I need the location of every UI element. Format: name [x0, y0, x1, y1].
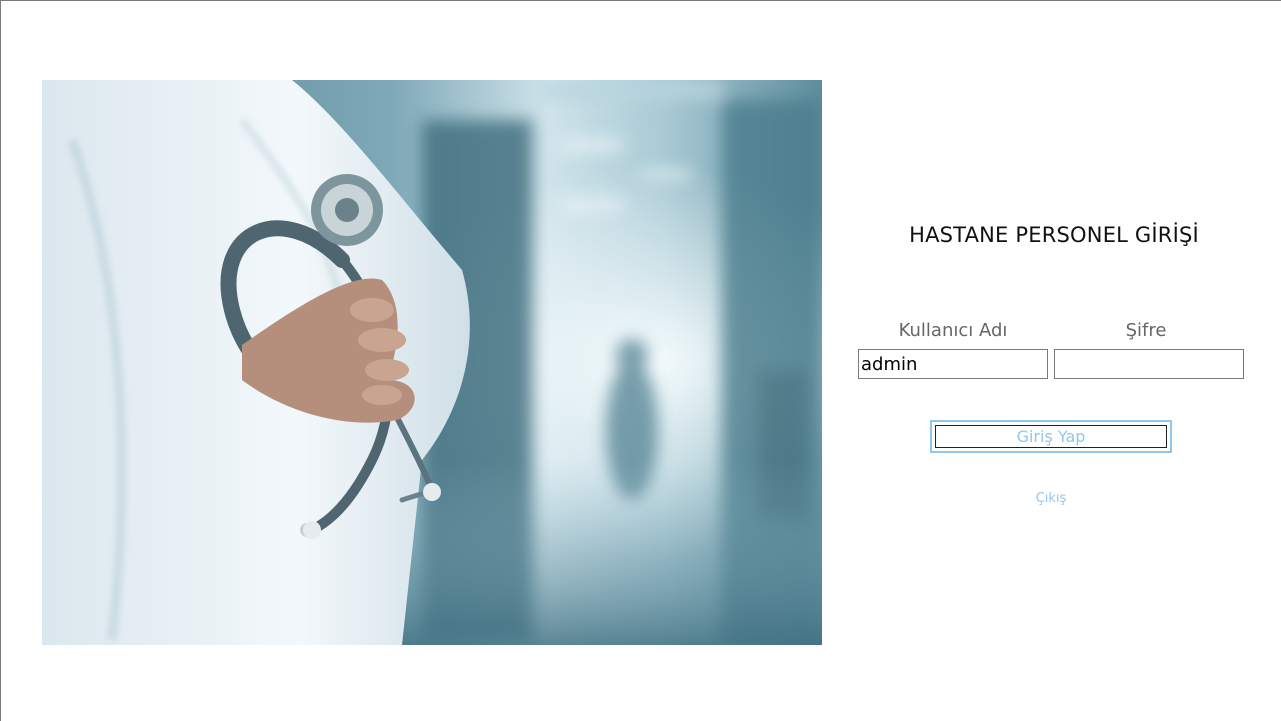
hospital-doctor-image — [42, 80, 822, 645]
login-button[interactable]: Giriş Yap — [930, 420, 1172, 453]
username-input[interactable] — [858, 349, 1048, 379]
username-label: Kullanıcı Adı — [898, 320, 1008, 341]
page-title: HASTANE PERSONEL GİRİŞİ — [909, 223, 1199, 247]
exit-link[interactable]: Çıkış — [1001, 491, 1101, 506]
login-button-label: Giriş Yap — [935, 425, 1167, 448]
password-input[interactable] — [1054, 349, 1244, 379]
login-window: HASTANE PERSONEL GİRİŞİ Kullanıcı Adı Şi… — [0, 0, 1281, 721]
password-label: Şifre — [1125, 320, 1167, 341]
